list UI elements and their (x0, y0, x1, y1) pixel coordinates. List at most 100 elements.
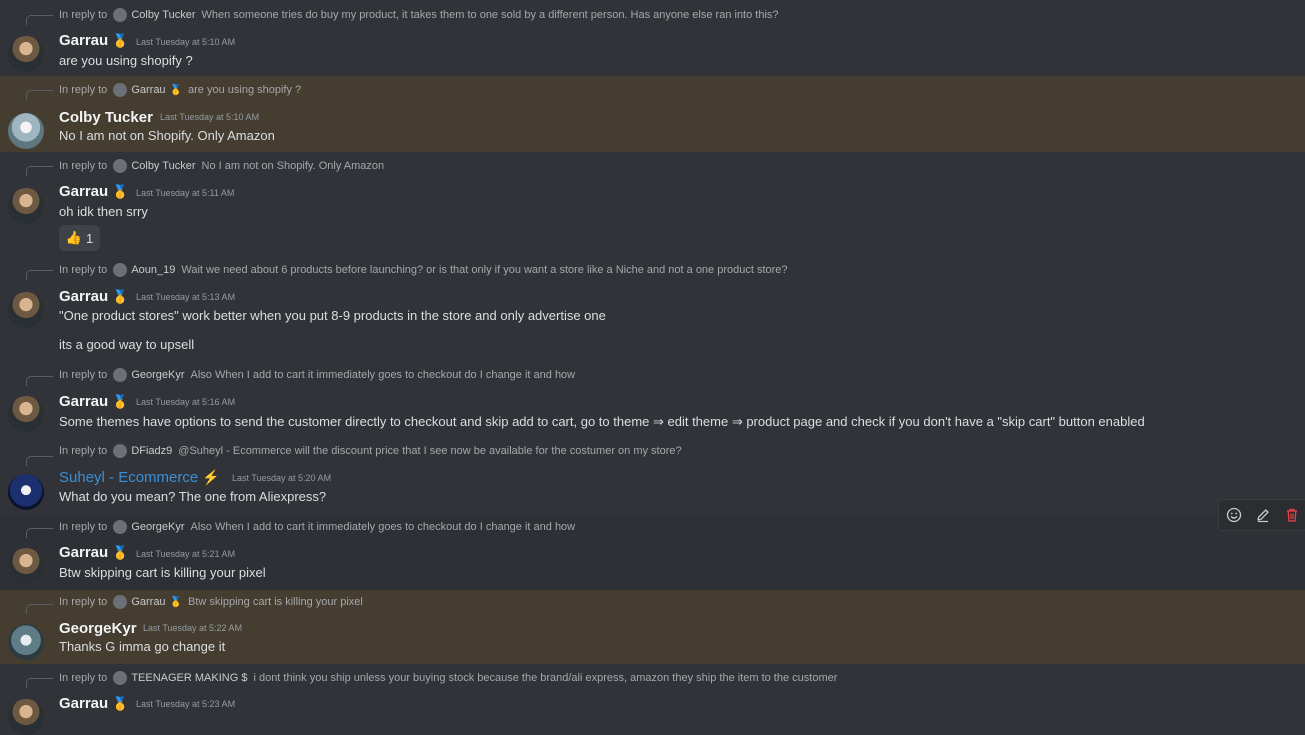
delete-button[interactable] (1282, 505, 1302, 525)
message[interactable]: In reply to Colby Tucker No I am not on … (0, 152, 1305, 256)
reply-avatar (113, 8, 128, 22)
reply-reference[interactable]: In reply to GeorgeKyr Also When I add to… (59, 519, 575, 535)
author-name[interactable]: Garrau 🥇 (59, 183, 128, 200)
author-name[interactable]: Suheyl - Ecommerce ⚡ (59, 469, 220, 486)
avatar[interactable] (8, 548, 44, 584)
message-action-toolbar (1218, 499, 1305, 531)
avatar[interactable] (8, 396, 44, 432)
reply-prefix: In reply to (59, 445, 108, 457)
reply-avatar (113, 263, 128, 277)
medal-icon: 🥇 (112, 545, 129, 560)
reply-author[interactable]: GeorgeKyr (131, 369, 184, 381)
reply-spine (26, 456, 53, 466)
reaction-thumbs-up[interactable]: 👍 1 (59, 225, 100, 251)
medal-icon: 🥇 (169, 84, 183, 96)
reply-reference[interactable]: In reply to Colby Tucker No I am not on … (59, 158, 384, 174)
reply-text: Btw skipping cart is killing your pixel (188, 596, 363, 608)
avatar[interactable] (8, 113, 44, 149)
author-name-text: Garrau (59, 32, 109, 49)
trash-icon (1286, 508, 1297, 522)
timestamp: Last Tuesday at 5:16 AM (136, 397, 236, 407)
author-name[interactable]: Garrau 🥇 (59, 393, 128, 410)
reply-text: Also When I add to cart it immediately g… (190, 369, 576, 381)
message-text: No I am not on Shopify. Only Amazon (59, 128, 275, 143)
reply-prefix: In reply to (59, 369, 108, 381)
author-name-text: Garrau (59, 183, 109, 200)
reply-author[interactable]: Garrau (131, 84, 165, 96)
reply-avatar (113, 671, 128, 685)
author-name[interactable]: Colby Tucker (59, 109, 153, 126)
avatar[interactable] (8, 699, 44, 735)
reply-text: i dont think you ship unless your buying… (253, 672, 838, 684)
reply-text: When someone tries do buy my product, it… (201, 9, 779, 21)
reply-avatar (113, 159, 128, 173)
avatar[interactable] (8, 624, 44, 660)
reply-reference[interactable]: In reply to Garrau 🥇 are you using shopi… (59, 82, 301, 98)
medal-icon: 🥇 (112, 289, 129, 304)
reply-reference[interactable]: In reply to Colby Tucker When someone tr… (59, 7, 779, 23)
avatar[interactable] (8, 474, 44, 510)
avatar[interactable] (8, 188, 44, 224)
message-text: "One product stores" work better when yo… (59, 308, 606, 323)
add-reaction-button[interactable] (1224, 505, 1244, 525)
message[interactable]: In reply to Aoun_19 Wait we need about 6… (0, 256, 1305, 362)
avatar[interactable] (8, 292, 44, 328)
author-name[interactable]: Garrau 🥇 (59, 288, 128, 305)
reply-author[interactable]: DFiadz9 (131, 445, 172, 457)
avatar[interactable] (8, 36, 44, 72)
message[interactable]: In reply to Garrau 🥇 Btw skipping cart i… (0, 590, 1305, 664)
timestamp: Last Tuesday at 5:22 AM (143, 623, 243, 633)
message-text: its a good way to upsell (59, 337, 195, 352)
medal-icon: 🥇 (169, 596, 183, 608)
smile-icon (1226, 507, 1241, 523)
reply-reference[interactable]: In reply to Aoun_19 Wait we need about 6… (59, 262, 788, 278)
reply-author[interactable]: Colby Tucker (131, 160, 195, 172)
reply-author[interactable]: Garrau (131, 596, 165, 608)
reply-author[interactable]: GeorgeKyr (131, 521, 184, 533)
message[interactable]: In reply to GeorgeKyr Also When I add to… (0, 362, 1305, 442)
reply-avatar (113, 595, 128, 609)
author-name[interactable]: GeorgeKyr (59, 620, 137, 637)
pencil-icon (1256, 509, 1269, 523)
author-name[interactable]: Garrau 🥇 (59, 695, 128, 712)
medal-icon: 🥇 (112, 33, 129, 48)
reply-reference[interactable]: In reply to GeorgeKyr Also When I add to… (59, 367, 575, 383)
timestamp: Last Tuesday at 5:20 AM (232, 473, 332, 483)
author-name-text: Suheyl - Ecommerce (59, 469, 199, 486)
thumbs-up-icon: 👍 (65, 230, 82, 245)
reply-spine (26, 270, 53, 280)
reply-author[interactable]: TEENAGER MAKING $ (131, 672, 247, 684)
edit-button[interactable] (1253, 505, 1273, 525)
timestamp: Last Tuesday at 5:23 AM (136, 699, 236, 709)
reply-spine (26, 604, 53, 614)
reply-prefix: In reply to (59, 596, 108, 608)
reply-prefix: In reply to (59, 160, 108, 172)
author-name-text: Garrau (59, 695, 109, 712)
reply-reference[interactable]: In reply to DFiadz9 @Suheyl - Ecommerce … (59, 443, 682, 459)
message-text: are you using shopify ? (59, 53, 193, 68)
reply-spine (26, 678, 53, 688)
message[interactable]: In reply to GeorgeKyr Also When I add to… (0, 514, 1305, 590)
reply-author[interactable]: Aoun_19 (131, 264, 175, 276)
reply-prefix: In reply to (59, 521, 108, 533)
message[interactable]: In reply to DFiadz9 @Suheyl - Ecommerce … (0, 442, 1305, 514)
reply-text: @Suheyl - Ecommerce will the discount pr… (178, 445, 682, 457)
reply-avatar (113, 444, 128, 458)
reply-author[interactable]: Colby Tucker (131, 9, 195, 21)
message[interactable]: In reply to Colby Tucker When someone tr… (0, 0, 1305, 76)
message-text: oh idk then srry (59, 204, 148, 219)
author-name-text: Garrau (59, 288, 109, 305)
message[interactable]: In reply to TEENAGER MAKING $ i dont thi… (0, 664, 1305, 735)
reply-prefix: In reply to (59, 672, 108, 684)
reply-reference[interactable]: In reply to TEENAGER MAKING $ i dont thi… (59, 670, 837, 686)
reply-avatar (113, 368, 128, 382)
timestamp: Last Tuesday at 5:10 AM (136, 37, 236, 47)
reply-spine (26, 166, 53, 176)
reply-text: No I am not on Shopify. Only Amazon (201, 160, 385, 172)
reply-reference[interactable]: In reply to Garrau 🥇 Btw skipping cart i… (59, 594, 363, 610)
reply-prefix: In reply to (59, 9, 108, 21)
reply-prefix: In reply to (59, 264, 108, 276)
author-name[interactable]: Garrau 🥇 (59, 544, 128, 561)
author-name[interactable]: Garrau 🥇 (59, 32, 128, 49)
message[interactable]: In reply to Garrau 🥇 are you using shopi… (0, 76, 1305, 152)
